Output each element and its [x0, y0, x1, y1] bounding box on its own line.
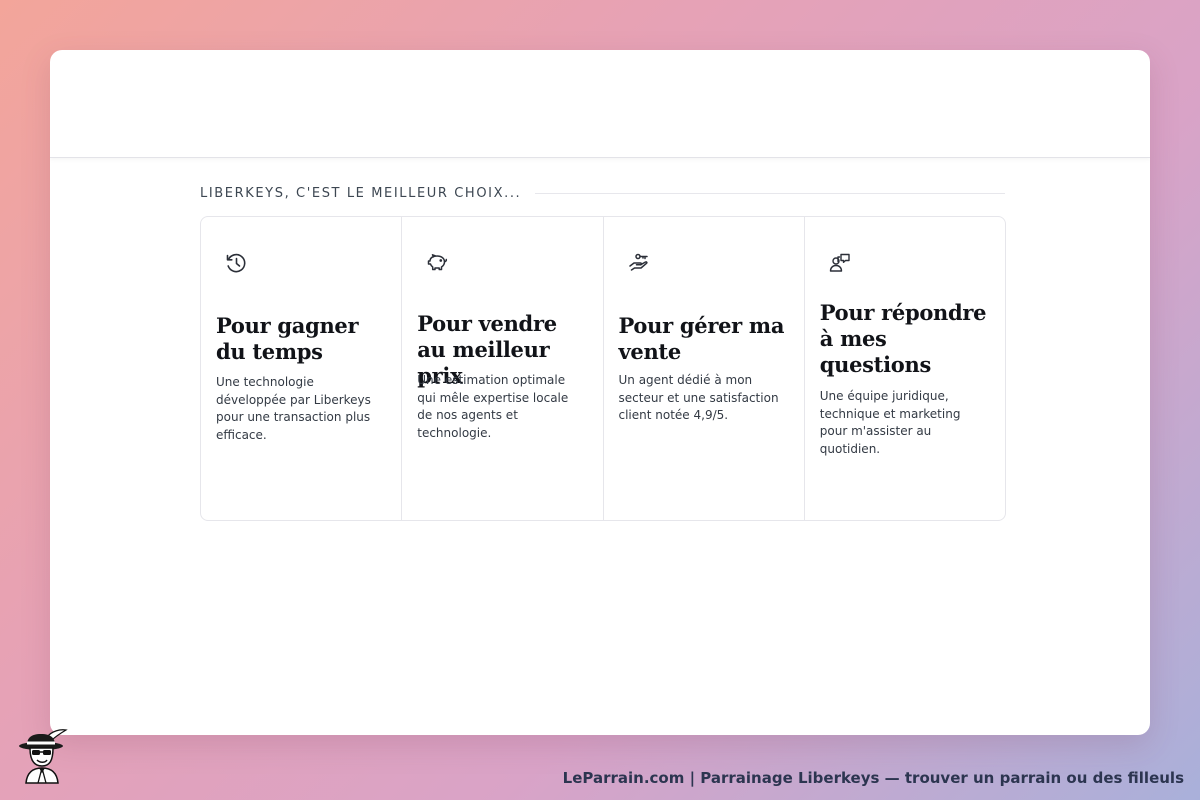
benefit-text: Un agent dédié à mon secteur et une sati…: [618, 373, 779, 422]
benefit-text: Une technologie développée par Liberkeys…: [216, 375, 371, 442]
browser-window: LIBERKEYS, C'EST LE MEILLEUR CHOIX... Po…: [50, 50, 1150, 735]
benefit-text: Une équipe juridique, technique et marke…: [819, 389, 961, 456]
hand-key-icon: [626, 250, 652, 276]
benefit-text: Une estimation optimale qui mêle experti…: [417, 373, 569, 440]
benefits-grid: Pour gagner du temps Une technologie dév…: [200, 216, 1006, 521]
footer-caption: LeParrain.com | Parrainage Liberkeys — t…: [562, 769, 1184, 787]
benefit-title: Pour répondre à mes questions: [819, 300, 987, 377]
benefit-title: Pour gagner du temps: [216, 313, 359, 364]
section-heading-text: LIBERKEYS, C'EST LE MEILLEUR CHOIX...: [200, 185, 522, 201]
benefit-card-price: Pour vendre au meilleur prix Une estimat…: [402, 217, 604, 520]
detective-mascot-icon: [17, 728, 69, 784]
page-header: [50, 50, 1150, 158]
benefit-card-time: Pour gagner du temps Une technologie dév…: [201, 217, 403, 520]
benefit-card-sale: Pour gérer ma vente Un agent dédié à mon…: [604, 217, 805, 520]
history-icon: [223, 250, 249, 276]
benefit-card-questions: Pour répondre à mes questions Une équipe…: [805, 217, 1005, 520]
piggy-bank-icon: [424, 250, 450, 276]
section-heading-divider: [535, 192, 1005, 194]
user-chat-icon: [827, 250, 853, 276]
benefit-title: Pour gérer ma vente: [618, 313, 785, 364]
section-heading: LIBERKEYS, C'EST LE MEILLEUR CHOIX...: [200, 183, 1005, 203]
